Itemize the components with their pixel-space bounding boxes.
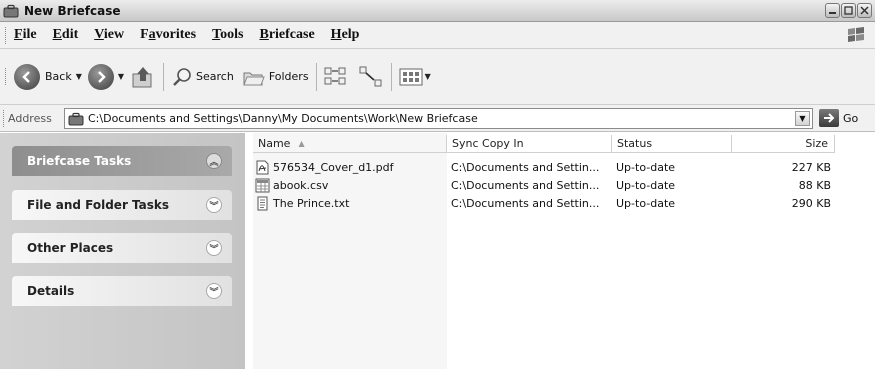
menu-favorites[interactable]: Favorites bbox=[140, 27, 196, 43]
menu-help[interactable]: Help bbox=[331, 27, 360, 43]
title-bar: New Briefcase bbox=[0, 0, 875, 22]
close-icon bbox=[860, 6, 869, 15]
expand-icon[interactable]: ︾ bbox=[206, 197, 222, 213]
column-label: Sync Copy In bbox=[452, 137, 524, 150]
panel-other-places[interactable]: Other Places ︾ bbox=[12, 233, 232, 263]
minimize-button[interactable] bbox=[825, 3, 840, 18]
sync-copy-in: C:\Documents and Settin... bbox=[451, 161, 600, 174]
column-header-name[interactable]: Name ▲ bbox=[253, 135, 447, 153]
size: 227 KB bbox=[791, 161, 831, 174]
toolbar-separator bbox=[163, 62, 165, 91]
status: Up-to-date bbox=[616, 197, 676, 210]
menu-tools[interactable]: Tools bbox=[212, 27, 243, 43]
back-arrow-icon bbox=[14, 63, 40, 90]
address-label: Address bbox=[8, 111, 52, 125]
split-from-original-button[interactable] bbox=[358, 65, 384, 89]
toolbar-grip[interactable] bbox=[5, 68, 8, 85]
panel-briefcase-tasks[interactable]: Briefcase Tasks ︽ bbox=[12, 146, 232, 176]
table-row[interactable]: 576534_Cover_d1.pdf C:\Documents and Set… bbox=[245, 159, 875, 177]
toolbar-grip[interactable] bbox=[5, 26, 8, 44]
menu-view[interactable]: View bbox=[94, 27, 124, 43]
address-dropdown-icon[interactable]: ▼ bbox=[795, 111, 810, 126]
panel-details[interactable]: Details ︾ bbox=[12, 276, 232, 306]
forward-button[interactable] bbox=[87, 63, 114, 90]
expand-icon[interactable]: ︾ bbox=[206, 240, 222, 256]
folders-icon bbox=[243, 72, 265, 85]
window-title: New Briefcase bbox=[24, 3, 121, 18]
search-label: Search bbox=[196, 70, 234, 83]
close-button[interactable] bbox=[857, 3, 872, 18]
column-header-sync-copy-in[interactable]: Sync Copy In bbox=[447, 135, 612, 153]
status: Up-to-date bbox=[616, 161, 676, 174]
text-file-icon bbox=[257, 196, 268, 211]
forward-dropdown-icon[interactable]: ▼ bbox=[118, 72, 124, 81]
address-input[interactable]: C:\Documents and Settings\Danny\My Docum… bbox=[64, 108, 813, 129]
column-header-status[interactable]: Status bbox=[612, 135, 732, 153]
windows-flag-icon bbox=[848, 27, 864, 42]
panel-file-and-folder-tasks[interactable]: File and Folder Tasks ︾ bbox=[12, 190, 232, 220]
column-label: Name bbox=[258, 137, 291, 150]
address-path: C:\Documents and Settings\Danny\My Docum… bbox=[88, 112, 478, 125]
go-label: Go bbox=[843, 111, 859, 125]
briefcase-icon bbox=[68, 112, 84, 125]
minimize-icon bbox=[829, 12, 836, 14]
table-row[interactable]: The Prince.txt C:\Documents and Settin..… bbox=[245, 195, 875, 213]
go-button[interactable]: Go bbox=[819, 109, 858, 127]
views-button[interactable]: ▼ bbox=[399, 67, 437, 87]
maximize-button[interactable] bbox=[841, 3, 856, 18]
split-icon bbox=[359, 66, 382, 86]
panel-title: Details bbox=[27, 284, 75, 298]
column-label: Size bbox=[805, 137, 828, 150]
sort-ascending-icon: ▲ bbox=[298, 139, 305, 148]
column-label: Status bbox=[617, 137, 653, 150]
views-dropdown-icon: ▼ bbox=[424, 72, 431, 81]
menu-edit[interactable]: Edit bbox=[53, 27, 79, 43]
panel-title: Briefcase Tasks bbox=[27, 154, 132, 168]
back-button[interactable]: Back bbox=[14, 63, 72, 90]
file-name: abook.csv bbox=[273, 179, 329, 192]
toolbar-grip[interactable] bbox=[3, 109, 6, 127]
forward-arrow-icon bbox=[87, 63, 114, 90]
expand-icon[interactable]: ︾ bbox=[206, 283, 222, 299]
views-icon bbox=[399, 68, 423, 85]
collapse-icon[interactable]: ︽ bbox=[206, 153, 222, 169]
panel-title: Other Places bbox=[27, 241, 114, 255]
sync-copy-in: C:\Documents and Settin... bbox=[451, 179, 600, 192]
menu-file[interactable]: File bbox=[14, 27, 37, 43]
size: 88 KB bbox=[798, 179, 831, 192]
search-button[interactable]: Search bbox=[171, 66, 234, 88]
sync-copy-in: C:\Documents and Settin... bbox=[451, 197, 600, 210]
folders-label: Folders bbox=[268, 70, 309, 83]
pdf-file-icon bbox=[256, 160, 269, 175]
folders-button[interactable]: Folders bbox=[242, 66, 309, 88]
menu-briefcase[interactable]: Briefcase bbox=[259, 27, 314, 43]
status: Up-to-date bbox=[616, 179, 676, 192]
toolbar-separator bbox=[315, 62, 317, 91]
up-folder-icon bbox=[132, 66, 152, 87]
file-name: The Prince.txt bbox=[273, 197, 350, 210]
standard-toolbar: Back ▼ ▼ Search Folders ▼ bbox=[0, 49, 875, 105]
file-list: Name ▲ Sync Copy In Status Size 576534_C… bbox=[245, 133, 875, 369]
search-icon bbox=[173, 67, 191, 86]
file-name: 576534_Cover_d1.pdf bbox=[273, 161, 394, 174]
update-all-icon bbox=[324, 67, 346, 84]
update-all-button[interactable] bbox=[324, 65, 350, 89]
csv-file-icon bbox=[255, 178, 270, 193]
size: 290 KB bbox=[791, 197, 831, 210]
panel-title: File and Folder Tasks bbox=[27, 198, 170, 212]
briefcase-icon bbox=[3, 4, 19, 17]
toolbar-separator bbox=[390, 62, 392, 91]
address-bar: Address C:\Documents and Settings\Danny\… bbox=[0, 105, 875, 132]
maximize-icon bbox=[844, 6, 853, 15]
go-arrow-icon bbox=[819, 109, 839, 127]
menu-bar: File Edit View Favorites Tools Briefcase… bbox=[0, 22, 875, 49]
table-row[interactable]: abook.csv C:\Documents and Settin... Up-… bbox=[245, 177, 875, 195]
back-dropdown-icon[interactable]: ▼ bbox=[76, 72, 82, 81]
task-pane: Briefcase Tasks ︽ File and Folder Tasks … bbox=[0, 133, 245, 369]
back-label: Back bbox=[45, 70, 72, 83]
up-folder-button[interactable] bbox=[130, 64, 156, 90]
column-header-size[interactable]: Size bbox=[732, 135, 835, 153]
